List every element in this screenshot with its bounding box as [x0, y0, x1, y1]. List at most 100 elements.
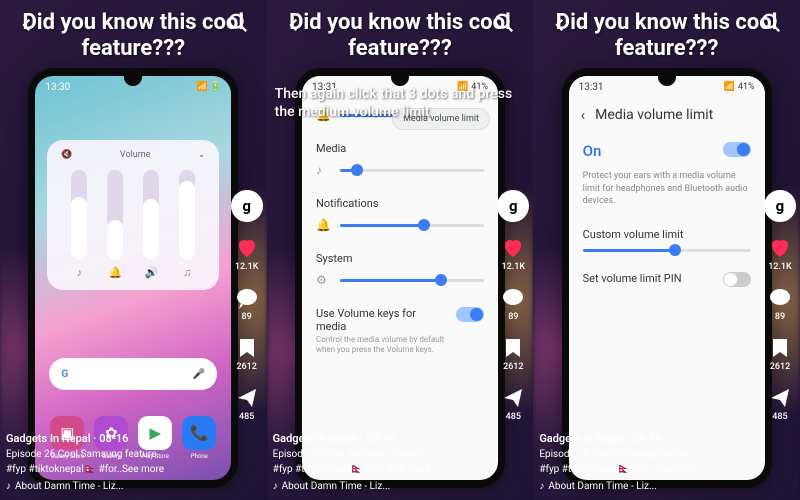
comment-count: 89: [508, 312, 518, 322]
save-count: 2612: [503, 362, 523, 372]
system-bar[interactable]: ♫: [179, 170, 195, 279]
like-count: 12.1K: [768, 262, 792, 272]
caption-line-2[interactable]: #fyp #tiktoknepal🇳🇵 #for..See more: [273, 462, 484, 477]
caption-line-1: Episode 26 Cool Samsung feature.: [539, 447, 750, 462]
volume-keys-switch[interactable]: [456, 307, 484, 322]
music-row[interactable]: ♪ About Damn Time - Liz...: [6, 479, 217, 494]
volume-keys-media-row[interactable]: Use Volume keys for media Control the me…: [302, 297, 498, 366]
creator-avatar[interactable]: g: [231, 190, 263, 222]
mic-icon[interactable]: 🎤: [193, 369, 205, 380]
music-note-icon: ♪: [273, 479, 278, 494]
pin-row[interactable]: Set volume limit PIN: [569, 262, 765, 297]
like-button[interactable]: 12.1K: [768, 236, 792, 272]
system-row: System ⚙: [302, 242, 498, 297]
share-button[interactable]: 485: [501, 386, 525, 422]
tiktok-caption-area: Gadgets In Nepal · 08-16 Episode 26 Cool…: [6, 431, 217, 495]
ringtone-icon: ♪: [77, 266, 83, 279]
save-button[interactable]: 2612: [235, 336, 259, 372]
google-search-bar[interactable]: G 🎤: [49, 358, 217, 390]
status-time: 13:30: [45, 82, 70, 93]
mvl-description: Protect your ears with a media volume li…: [569, 170, 765, 218]
music-row[interactable]: ♪ About Damn Time - Liz...: [539, 479, 750, 494]
system-slider[interactable]: [340, 279, 484, 282]
like-button[interactable]: 12.1K: [501, 236, 525, 272]
caption-line-1: Episode 26 Cool Samsung feature.: [273, 447, 484, 462]
like-count: 12.1K: [235, 262, 259, 272]
save-count: 2612: [236, 362, 256, 372]
mvl-title: Media volume limit: [595, 107, 713, 123]
media-row: Media ♪: [302, 132, 498, 187]
volume-label: Volume: [120, 150, 150, 160]
tiktok-back-icon[interactable]: [285, 16, 303, 34]
comment-count: 89: [775, 312, 785, 322]
tiktok-back-icon[interactable]: [551, 16, 569, 34]
username-row[interactable]: Gadgets In Nepal · 08-16: [539, 431, 750, 448]
status-time: 13:31: [579, 82, 604, 93]
tiktok-back-icon[interactable]: [18, 16, 36, 34]
comment-count: 89: [242, 312, 252, 322]
ringtone-bar[interactable]: ♪: [71, 170, 87, 279]
caption-line-2[interactable]: #fyp #tiktoknepal🇳🇵 #for..See more: [539, 462, 750, 477]
custom-limit-row: Custom volume limit: [569, 218, 765, 262]
comment-button[interactable]: 89: [235, 286, 259, 322]
creator-avatar[interactable]: g: [764, 190, 796, 222]
like-button[interactable]: 12.1K: [235, 236, 259, 272]
media-icon: ♪: [316, 163, 330, 177]
mute-icon[interactable]: 🔇: [61, 150, 72, 160]
volume-keys-title: Use Volume keys for media: [316, 307, 446, 333]
music-note-icon: ♪: [539, 479, 544, 494]
caption-line-2[interactable]: #fyp #tiktoknepal🇳🇵 #for..See more: [6, 462, 217, 477]
username-row[interactable]: Gadgets In Nepal · 08-16: [6, 431, 217, 448]
comment-button[interactable]: 89: [768, 286, 792, 322]
expand-icon[interactable]: ⌄: [198, 150, 206, 160]
share-button[interactable]: 485: [235, 386, 259, 422]
media-label: Media: [316, 142, 484, 155]
volume-panel[interactable]: 🔇 Volume ⌄ ♪ 🔔 🔊: [47, 140, 219, 290]
phone-mockup: 13:31 📶 41% Media volume limit 🔔 Media: [295, 68, 505, 488]
frame-2-sound-settings: Did you know this cool feature??? Then a…: [267, 0, 534, 500]
search-icon[interactable]: [493, 12, 515, 34]
save-button[interactable]: 2612: [768, 336, 792, 372]
system-icon: ⚙: [316, 273, 330, 287]
volume-bars: ♪ 🔔 🔊 ♫: [61, 170, 205, 287]
media-volume-limit-page: 13:31 📶 41% ‹ Media volume limit On Prot…: [569, 76, 765, 480]
tiktok-sidebar: g 12.1K 89 2612 485: [764, 190, 796, 422]
mvl-on-row[interactable]: On: [569, 132, 765, 170]
share-count: 485: [239, 412, 254, 422]
share-count: 485: [506, 412, 521, 422]
on-label: On: [583, 142, 713, 160]
tiktok-sidebar: g 12.1K 89 2612 485: [231, 190, 263, 422]
speaker-icon: 🔊: [144, 266, 158, 279]
tiktok-sidebar: g 12.1K 89 2612 485: [497, 190, 529, 422]
notif-bar[interactable]: 🔊: [143, 170, 159, 279]
notif-icon: 🔔: [316, 218, 330, 232]
sound-settings-page: 13:31 📶 41% Media volume limit 🔔 Media: [302, 76, 498, 480]
username-row[interactable]: Gadgets In Nepal · 08-16: [273, 431, 484, 448]
tiktok-caption-area: Gadgets In Nepal · 08-16 Episode 26 Cool…: [273, 431, 484, 495]
custom-limit-slider[interactable]: [583, 249, 751, 252]
share-count: 485: [772, 412, 787, 422]
system-label: System: [316, 252, 484, 265]
mvl-header: ‹ Media volume limit: [569, 98, 765, 132]
pin-switch[interactable]: [723, 272, 751, 287]
music-row[interactable]: ♪ About Damn Time - Liz...: [273, 479, 484, 494]
mvl-on-switch[interactable]: [723, 142, 751, 157]
phone-screen-mvl: 13:31 📶 41% ‹ Media volume limit On Prot…: [569, 76, 765, 480]
save-button[interactable]: 2612: [501, 336, 525, 372]
creator-avatar[interactable]: g: [497, 190, 529, 222]
search-icon[interactable]: [760, 12, 782, 34]
back-icon[interactable]: ‹: [581, 106, 586, 124]
notifications-slider[interactable]: [340, 224, 484, 227]
search-icon[interactable]: [227, 12, 249, 34]
comment-button[interactable]: 89: [501, 286, 525, 322]
media-slider[interactable]: [340, 169, 484, 172]
volume-panel-header: 🔇 Volume ⌄: [61, 150, 205, 160]
frame-3-media-volume-limit: Did you know this cool feature??? 13:31 …: [533, 0, 800, 500]
phone-screen-sound-settings: 13:31 📶 41% Media volume limit 🔔 Media: [302, 76, 498, 480]
phone-mockup: 13:30 📶 🔋 🔇 Volume ⌄ ♪ 🔔: [28, 68, 238, 488]
pin-label: Set volume limit PIN: [583, 272, 713, 285]
share-button[interactable]: 485: [768, 386, 792, 422]
save-count: 2612: [770, 362, 790, 372]
volume-keys-desc: Control the media volume by default when…: [316, 335, 446, 356]
media-bar[interactable]: 🔔: [107, 170, 123, 279]
